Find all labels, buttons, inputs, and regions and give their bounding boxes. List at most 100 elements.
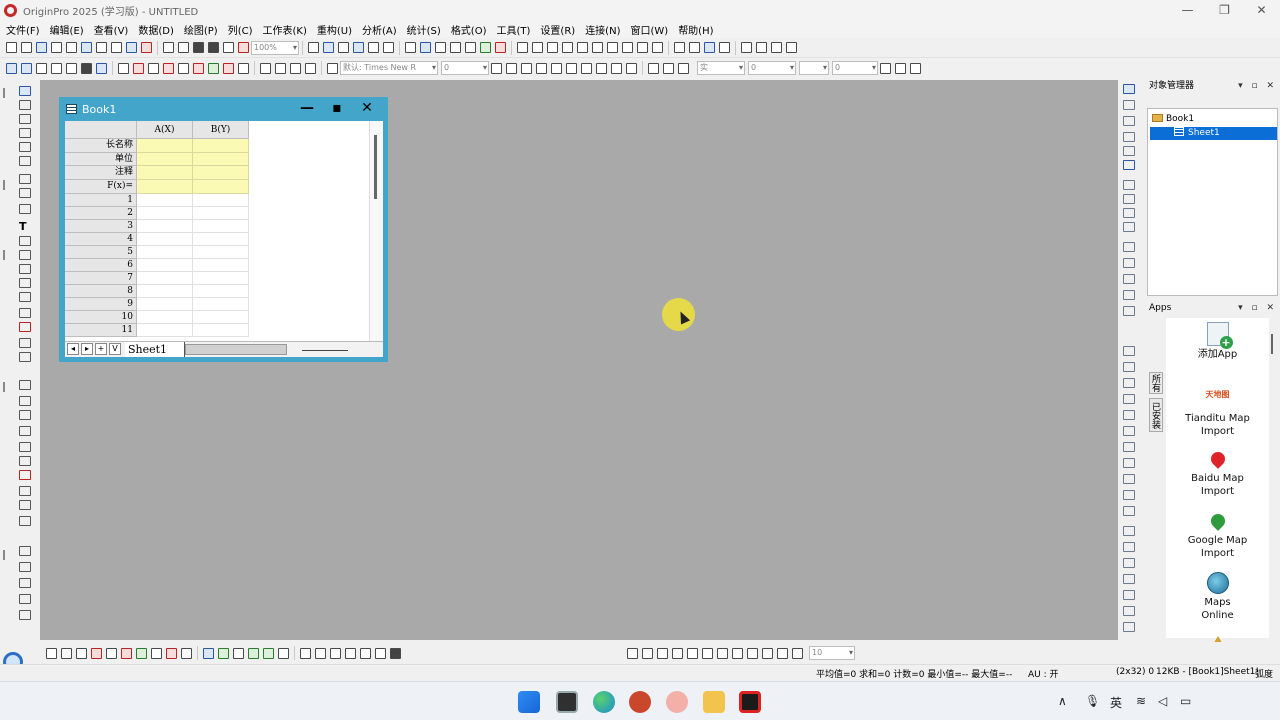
move-last-icon[interactable] (786, 42, 797, 53)
rescale-x-icon[interactable] (1123, 84, 1135, 94)
merge-icon[interactable] (19, 426, 31, 436)
data-reader-icon[interactable] (19, 142, 31, 152)
cell-a[interactable] (137, 285, 193, 298)
wifi-icon[interactable]: ≋ (1136, 694, 1146, 708)
box-chart-icon[interactable] (607, 42, 618, 53)
decrease-font-icon[interactable] (596, 62, 607, 74)
import-icon[interactable] (223, 42, 234, 53)
merge-graph-icon[interactable] (178, 62, 189, 74)
matrix-plot-icon[interactable] (263, 647, 274, 659)
forward-icon[interactable] (21, 62, 32, 74)
area-plot-icon[interactable] (136, 647, 147, 659)
close-icon[interactable]: ✕ (1243, 0, 1280, 20)
region-of-interest-icon[interactable] (19, 292, 31, 302)
open-template-icon[interactable] (178, 42, 189, 53)
contour-plot-icon[interactable] (151, 647, 162, 659)
zoom-in-icon[interactable] (19, 114, 31, 124)
cell-a[interactable] (137, 220, 193, 233)
insert-image-icon[interactable] (19, 322, 31, 332)
annotation-icon[interactable] (19, 236, 31, 246)
object-group-icon[interactable] (1123, 394, 1135, 404)
cell-a[interactable] (137, 207, 193, 220)
maximize-icon[interactable]: ❐ (1206, 0, 1243, 20)
scale-in-icon[interactable] (51, 62, 62, 74)
data-connector-icon[interactable] (480, 42, 491, 53)
new-excel-icon[interactable] (141, 42, 152, 53)
row-header[interactable]: 10 (65, 311, 137, 324)
row-header-formula[interactable]: F(x)= (65, 180, 137, 194)
layer-link-icon[interactable] (1123, 606, 1135, 616)
cell-b[interactable] (193, 259, 249, 272)
cell-b[interactable] (193, 272, 249, 285)
line-plot-icon[interactable] (46, 647, 57, 659)
row-header[interactable]: 2 (65, 207, 137, 220)
tab-sheet1[interactable]: Sheet1 (125, 342, 185, 357)
italic-icon[interactable] (506, 62, 517, 74)
wireframe-icon[interactable] (233, 647, 244, 659)
object-same-w-icon[interactable] (747, 647, 758, 659)
object-rotate-icon[interactable] (1123, 506, 1135, 516)
tray-expand-icon[interactable]: ∧ (1058, 694, 1067, 708)
row-header[interactable]: 6 (65, 259, 137, 272)
minimize-icon[interactable]: — (1169, 0, 1206, 20)
sort-icon[interactable] (547, 42, 558, 53)
new-sheet-icon[interactable] (126, 42, 137, 53)
layout-2-icon[interactable] (315, 647, 326, 659)
cell-b[interactable] (193, 220, 249, 233)
menu-help[interactable]: 帮助(H) (678, 22, 713, 37)
row-header-units[interactable]: 单位 (65, 153, 137, 166)
new-function-icon[interactable] (81, 42, 92, 53)
flip-icon[interactable] (1123, 274, 1135, 284)
open-icon[interactable] (163, 42, 174, 53)
font-size-combo[interactable]: 0 (441, 61, 489, 75)
add-inset-icon[interactable] (163, 62, 174, 74)
row-header[interactable]: 3 (65, 220, 137, 233)
heatmap-icon[interactable] (248, 647, 259, 659)
increase-font-icon[interactable] (581, 62, 592, 74)
menu-tools[interactable]: 工具(T) (497, 22, 531, 37)
cell-a-comments[interactable] (137, 166, 193, 180)
pointer-icon[interactable] (19, 86, 31, 96)
set-as-z-icon[interactable] (719, 42, 730, 53)
greek-icon[interactable] (566, 62, 577, 74)
move-3d-icon[interactable] (1123, 180, 1135, 190)
template-library-icon[interactable] (181, 647, 192, 659)
box-plot-icon[interactable] (121, 647, 132, 659)
battery-icon[interactable]: ▭ (1180, 694, 1191, 708)
object-center-icon[interactable] (642, 647, 653, 659)
undo-icon[interactable] (96, 62, 107, 74)
cell-a[interactable] (137, 298, 193, 311)
filter-icon[interactable] (622, 42, 633, 53)
set-as-y-icon[interactable] (704, 42, 715, 53)
insert-table-icon[interactable] (19, 352, 31, 362)
cell-a[interactable] (137, 324, 193, 337)
menu-statistics[interactable]: 统计(S) (407, 22, 441, 37)
book1-window[interactable]: Book1 — ▪ ✕ A(X) B(Y) 长名称 单位 注释 F(x)= 12… (59, 97, 388, 362)
frequency-count-icon[interactable] (562, 42, 573, 53)
add-color-scale-icon[interactable] (223, 62, 234, 74)
column-header-b[interactable]: B(Y) (193, 121, 249, 139)
shrink-icon[interactable] (1123, 258, 1135, 268)
zoom-combo[interactable]: 100% (251, 40, 299, 55)
book-minimize-icon[interactable]: — (292, 99, 322, 117)
rectangle-tool-icon[interactable] (19, 278, 31, 288)
file-explorer-icon[interactable] (703, 691, 725, 713)
cell-a[interactable] (137, 233, 193, 246)
fill-color-icon[interactable] (648, 62, 659, 74)
layer-merge-icon[interactable] (1123, 590, 1135, 600)
object-same-h-icon[interactable] (762, 647, 773, 659)
layout-4-icon[interactable] (345, 647, 356, 659)
resize-3d-icon[interactable] (1123, 194, 1135, 204)
object-size-combo[interactable]: 10 (809, 646, 855, 660)
corner-cell[interactable] (65, 121, 137, 139)
input-language[interactable]: 英 (1110, 694, 1122, 711)
vertical-scrollbar[interactable] (369, 121, 383, 341)
new-notes-icon[interactable] (111, 42, 122, 53)
object-lock-icon[interactable] (792, 647, 803, 659)
object-size-icon[interactable] (1123, 490, 1135, 500)
add-right-y-icon[interactable] (148, 62, 159, 74)
align-right-icon[interactable] (19, 562, 31, 572)
pane-controls[interactable]: ▾ ▫ ✕ (1238, 300, 1277, 316)
layer-icon[interactable] (19, 456, 31, 466)
cell-a-longname[interactable] (137, 139, 193, 153)
